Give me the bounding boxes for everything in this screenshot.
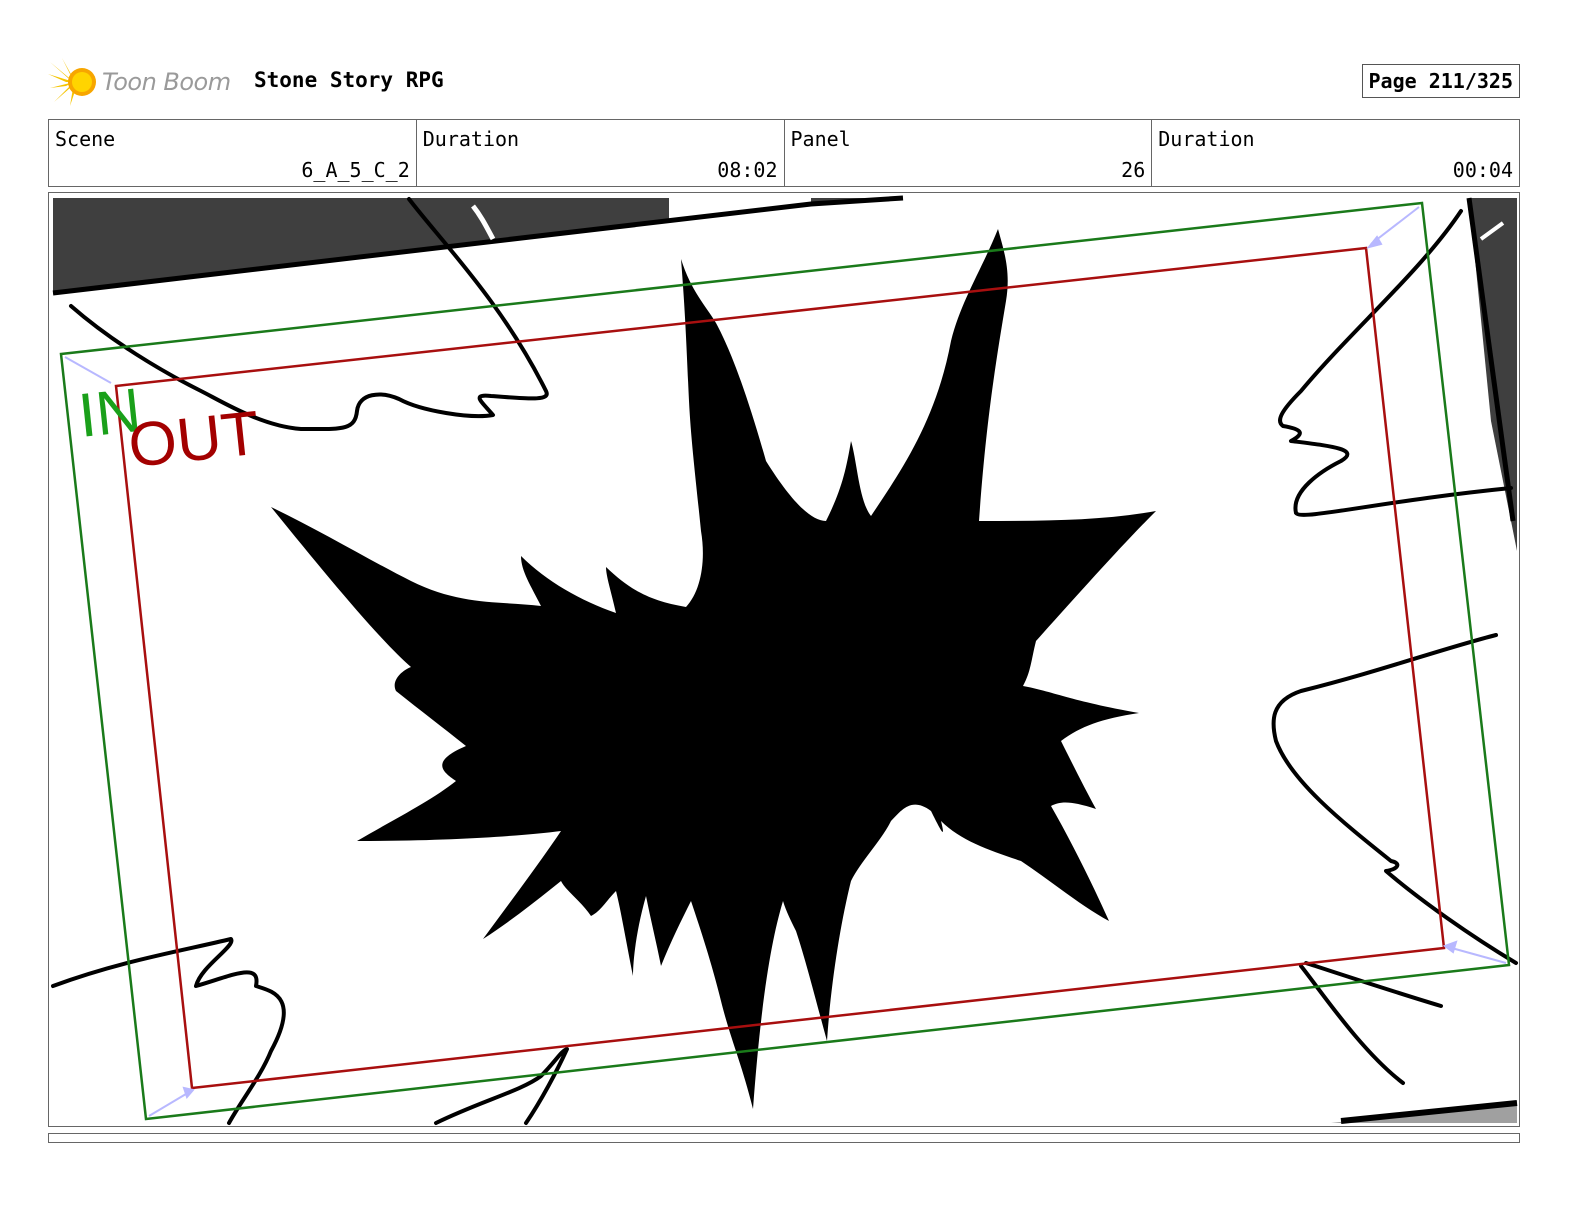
panel-label: Panel bbox=[790, 127, 851, 151]
page-label: Page 211/325 bbox=[1368, 69, 1514, 93]
panel-bottom-strip bbox=[48, 1133, 1520, 1143]
scene-duration-label: Duration bbox=[422, 127, 520, 151]
page-indicator: Page 211/325 bbox=[1361, 64, 1520, 98]
scene-value: 6_A_5_C_2 bbox=[301, 158, 410, 182]
toon-boom-logo: Toon Boom bbox=[48, 56, 248, 108]
logo-text: Toon Boom bbox=[102, 68, 231, 96]
panel-duration-cell: Duration 00:04 bbox=[1152, 120, 1519, 186]
panel-drawing: IN OUT bbox=[51, 195, 1518, 1125]
scene-label: Scene bbox=[55, 127, 116, 151]
panel-info-table: Scene 6_A_5_C_2 Duration 08:02 Panel 26 … bbox=[48, 119, 1520, 187]
storyboard-panel: IN OUT bbox=[48, 192, 1520, 1127]
background-dark-shape-top bbox=[53, 198, 669, 294]
panel-duration-label: Duration bbox=[1158, 127, 1255, 151]
panel-cell: Panel 26 bbox=[785, 120, 1153, 186]
scene-duration-value: 08:02 bbox=[717, 158, 778, 182]
panel-value: 26 bbox=[1121, 158, 1146, 182]
scene-cell: Scene 6_A_5_C_2 bbox=[49, 120, 417, 186]
panel-duration-value: 00:04 bbox=[1452, 158, 1513, 182]
camera-out-label: OUT bbox=[125, 399, 262, 481]
explosion-silhouette bbox=[271, 229, 1156, 1109]
storyboard-header: Toon Boom Stone Story RPG Page 211/325 bbox=[48, 56, 1520, 108]
scene-duration-cell: Duration 08:02 bbox=[417, 120, 785, 186]
project-title: Stone Story RPG bbox=[254, 68, 444, 92]
toon-boom-sun-icon bbox=[48, 58, 96, 106]
